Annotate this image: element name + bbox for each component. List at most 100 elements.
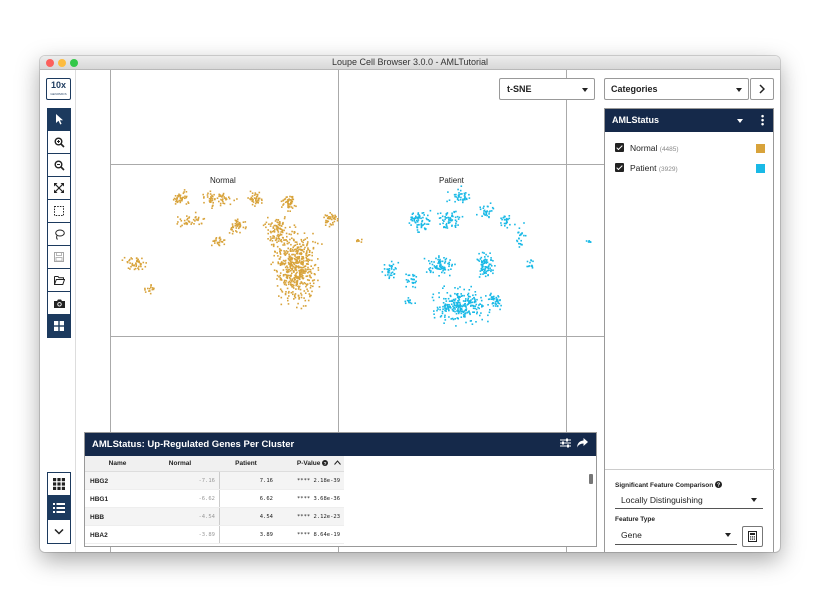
grid-view-button[interactable] <box>47 472 71 496</box>
next-button[interactable] <box>750 78 774 100</box>
column-header-name[interactable]: Name <box>85 456 145 471</box>
scatter-point-patient <box>529 261 531 264</box>
category-panel-header[interactable]: AMLStatus • • • <box>605 109 773 132</box>
scatter-point-patient <box>451 224 453 227</box>
scatter-point-normal <box>138 261 140 264</box>
sort-up-icon[interactable] <box>334 460 341 465</box>
scatter-point-normal <box>256 195 259 197</box>
scatter-point-normal <box>299 288 302 291</box>
scatter-point-normal <box>356 240 358 243</box>
scatter-point-normal <box>214 198 216 201</box>
scatter-point-normal <box>202 193 204 196</box>
table-row[interactable]: HBA2 -3.89 3.89 **** 8.64e-19 <box>85 526 344 544</box>
projection-select-value: t-SNE <box>507 84 532 94</box>
scatter-point-normal <box>219 194 221 196</box>
scatter-point-normal <box>305 285 307 288</box>
scatter-point-normal <box>306 250 308 252</box>
scatter-point-normal <box>298 261 301 263</box>
scatter-point-patient <box>458 192 460 194</box>
scatter-point-patient <box>464 198 466 201</box>
column-header-pvalue[interactable]: P-Value ? <box>277 456 344 471</box>
chevron-right-icon <box>759 84 765 94</box>
tool-group <box>47 108 71 338</box>
scatter-point-normal <box>283 239 285 241</box>
category-type-value: Categories <box>611 84 658 94</box>
category-type-select[interactable]: Categories <box>604 78 749 100</box>
scatter-point-normal <box>296 247 299 250</box>
feature-type-select[interactable]: Gene <box>615 525 737 545</box>
table-row[interactable]: HBG1 -6.62 6.62 **** 3.68e-36 <box>85 490 344 508</box>
scatter-point-normal <box>228 197 231 200</box>
table-row[interactable]: HBG2 -7.16 7.16 **** 2.18e-39 <box>85 472 344 490</box>
scatter-point-normal <box>276 241 278 244</box>
scatter-point-normal <box>228 196 230 198</box>
settings-sliders-icon[interactable] <box>560 438 571 448</box>
scatter-point-patient <box>479 303 481 305</box>
lasso-button[interactable] <box>47 223 71 246</box>
scatter-point-normal <box>142 261 145 264</box>
scatter-point-patient <box>499 299 501 301</box>
fit-view-button[interactable] <box>47 177 71 200</box>
gene-name: HBG1 <box>90 496 109 503</box>
scatter-point-patient <box>386 268 388 270</box>
scatter-point-patient <box>431 263 434 266</box>
scatter-point-patient <box>490 259 492 261</box>
significant-feature-select[interactable]: Locally Distinguishing <box>615 490 763 509</box>
checkbox-checked-icon[interactable] <box>615 143 624 152</box>
scatter-point-normal <box>292 270 295 272</box>
scatter-point-normal <box>284 201 287 204</box>
scatter-point-normal <box>239 223 242 225</box>
collapse-panel-button[interactable] <box>47 520 71 544</box>
open-folder-button[interactable] <box>47 269 71 292</box>
scatter-point-normal <box>304 268 307 270</box>
scatter-point-patient <box>456 317 459 319</box>
zoom-out-button[interactable] <box>47 154 71 177</box>
layout-button[interactable] <box>47 315 71 338</box>
table-row[interactable]: HBB -4.54 4.54 **** 2.12e-23 <box>85 508 344 526</box>
calculate-button[interactable] <box>742 526 763 547</box>
scatter-point-patient <box>439 217 442 219</box>
scatter-point-patient <box>444 260 447 263</box>
more-menu-icon[interactable]: • • • <box>761 112 764 129</box>
caret-down-icon[interactable] <box>737 119 743 123</box>
scatter-point-normal <box>309 259 311 261</box>
scatter-point-normal <box>288 283 290 286</box>
scatter-point-patient <box>483 272 486 275</box>
help-icon[interactable]: ? <box>715 481 723 489</box>
box-select-button[interactable] <box>47 200 71 223</box>
scatter-point-normal <box>288 295 290 297</box>
scatter-point-patient <box>480 299 483 302</box>
scatter-point-normal <box>295 205 297 208</box>
list-view-button[interactable] <box>47 496 71 520</box>
scatter-point-normal <box>285 280 288 282</box>
scatter-point-patient <box>433 316 436 319</box>
scatter-point-patient <box>487 265 490 268</box>
help-icon[interactable]: ? <box>322 460 329 466</box>
column-header-normal[interactable]: Normal <box>145 456 219 471</box>
scatter-point-normal <box>299 243 301 245</box>
scatter-point-normal <box>329 217 332 220</box>
pointer-tool-button[interactable] <box>47 108 71 131</box>
checkbox-checked-icon[interactable] <box>615 163 624 172</box>
scatter-point-patient <box>411 219 414 222</box>
screenshot-button[interactable] <box>47 292 71 315</box>
color-swatch[interactable] <box>756 164 765 173</box>
category-item-patient[interactable]: Patient (3929) <box>605 158 773 178</box>
zoom-in-button[interactable] <box>47 131 71 154</box>
scatter-point-normal <box>304 299 307 302</box>
scatter-point-patient <box>530 259 532 261</box>
scatter-point-patient <box>438 256 440 259</box>
color-swatch[interactable] <box>756 144 765 153</box>
category-item-normal[interactable]: Normal (4485) <box>605 138 773 158</box>
scatter-point-patient <box>439 308 441 311</box>
scatter-point-normal <box>284 226 287 229</box>
scatter-point-normal <box>299 278 301 281</box>
scrollbar-thumb[interactable] <box>589 474 593 484</box>
scatter-point-normal <box>262 224 265 227</box>
scatter-point-normal <box>284 282 287 284</box>
column-header-patient[interactable]: Patient <box>219 456 277 471</box>
share-icon[interactable] <box>577 438 588 448</box>
projection-select[interactable]: t-SNE <box>499 78 595 100</box>
scatter-point-normal <box>215 238 217 240</box>
save-button[interactable] <box>47 246 71 269</box>
